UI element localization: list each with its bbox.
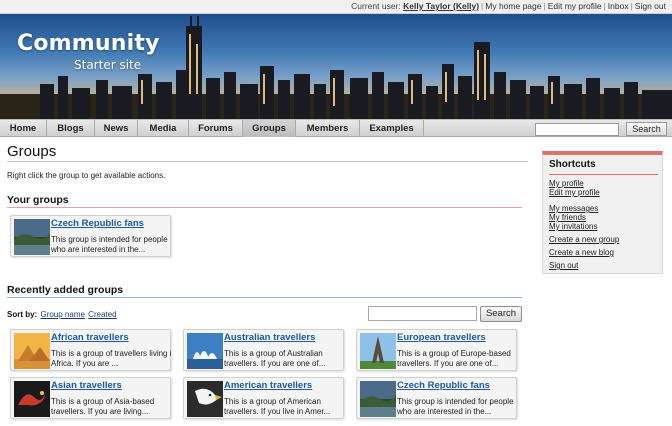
czech-landscape-icon: [360, 381, 396, 417]
shortcuts-heading: Shortcuts: [549, 159, 596, 170]
nav-media[interactable]: Media: [138, 120, 189, 137]
group-search-button[interactable]: Search: [480, 306, 522, 322]
eagle-icon: [187, 381, 223, 417]
group-description: This is a group of Europe-based traveller…: [397, 349, 511, 368]
group-title-link[interactable]: African travellers: [51, 332, 129, 343]
current-user-link[interactable]: Kelly Taylor (Kelly): [403, 1, 479, 11]
nav-news[interactable]: News: [95, 120, 138, 137]
group-description: This group is intended for people who are…: [51, 235, 168, 254]
site-banner: Community Starter site: [0, 14, 672, 119]
group-title-link[interactable]: American travellers: [224, 380, 312, 391]
site-logo[interactable]: Community Starter site: [17, 31, 160, 72]
sort-by-label: Sort by:: [7, 310, 38, 319]
group-title-link[interactable]: Czech Republic fans: [397, 380, 490, 391]
group-card[interactable]: American travellers This is a group of A…: [183, 377, 344, 419]
shortcuts-divider: [549, 174, 658, 175]
sort-created-link[interactable]: Created: [88, 310, 116, 319]
group-description: This is a group of travellers living in A…: [51, 349, 171, 368]
recent-groups-heading: Recently added groups: [7, 284, 124, 296]
pyramids-icon: [14, 333, 50, 369]
sort-by: Sort by: Group name Created: [7, 310, 117, 319]
shortcut-create-group[interactable]: Create a new group: [549, 235, 619, 244]
nav-blogs[interactable]: Blogs: [47, 120, 95, 137]
sign-out-link[interactable]: Sign out: [635, 1, 666, 11]
shortcut-edit-profile[interactable]: Edit my profile: [549, 188, 600, 197]
my-home-page-link[interactable]: My home page: [485, 1, 541, 11]
sort-group-name-link[interactable]: Group name: [40, 310, 84, 319]
top-user-bar: Current user: Kelly Taylor (Kelly) | My ho…: [0, 0, 672, 14]
shortcut-create-blog[interactable]: Create a new blog: [549, 248, 614, 257]
shortcut-my-invitations[interactable]: My invitations: [549, 222, 597, 231]
current-user-label: Current user:: [351, 1, 401, 11]
nav-groups[interactable]: Groups: [243, 120, 296, 137]
nav-forums[interactable]: Forums: [189, 120, 243, 137]
inbox-link[interactable]: Inbox: [608, 1, 629, 11]
your-groups-heading: Your groups: [7, 194, 69, 206]
group-card[interactable]: African travellers This is a group of tr…: [10, 329, 171, 371]
eiffel-tower-icon: [360, 333, 396, 369]
recent-groups-divider: [7, 297, 522, 298]
header-search-button[interactable]: Search: [626, 122, 667, 136]
group-title-link[interactable]: Czech Republic fans: [51, 218, 144, 229]
nav-examples[interactable]: Examples: [360, 120, 424, 137]
dragon-icon: [14, 381, 50, 417]
group-title-link[interactable]: Asian travellers: [51, 380, 122, 391]
group-card[interactable]: European travellers This is a group of E…: [356, 329, 517, 371]
page-title: Groups: [7, 143, 57, 160]
group-description: This is a group of American travellers. I…: [224, 397, 331, 416]
edit-profile-link[interactable]: Edit my profile: [548, 1, 602, 11]
group-title-link[interactable]: European travellers: [397, 332, 486, 343]
group-description: This group is intended for people who are…: [397, 397, 514, 416]
group-card[interactable]: Czech Republic fans This group is intend…: [356, 377, 517, 419]
main-nav: Home Blogs News Media Forums Groups Memb…: [0, 119, 672, 137]
czech-landscape-icon: [14, 219, 50, 255]
group-description: This is a group of Asia-based travellers.…: [51, 397, 155, 416]
nav-home[interactable]: Home: [0, 120, 47, 137]
shortcut-my-messages[interactable]: My messages: [549, 204, 598, 213]
group-card[interactable]: Australian travellers This is a group of…: [183, 329, 344, 371]
group-title-link[interactable]: Australian travellers: [224, 332, 315, 343]
title-divider: [7, 161, 528, 162]
group-card[interactable]: Asian travellers This is a group of Asia…: [10, 377, 171, 419]
your-groups-divider: [7, 207, 522, 208]
sydney-opera-icon: [187, 333, 223, 369]
shortcut-my-friends[interactable]: My friends: [549, 213, 586, 222]
shortcut-sign-out[interactable]: Sign out: [549, 261, 578, 270]
group-card[interactable]: Czech Republic fans This group is intend…: [10, 215, 171, 257]
logo-subtitle: Starter site: [74, 58, 142, 72]
header-search-input[interactable]: [535, 123, 619, 136]
group-search-input[interactable]: [368, 306, 477, 321]
context-hint: Right click the group to get available a…: [7, 171, 166, 180]
shortcut-my-profile[interactable]: My profile: [549, 179, 584, 188]
group-description: This is a group of Australian travellers.…: [224, 349, 326, 368]
logo-title: Community: [17, 31, 160, 56]
nav-members[interactable]: Members: [296, 120, 360, 137]
shortcuts-panel: Shortcuts My profile Edit my profile My …: [542, 151, 663, 274]
